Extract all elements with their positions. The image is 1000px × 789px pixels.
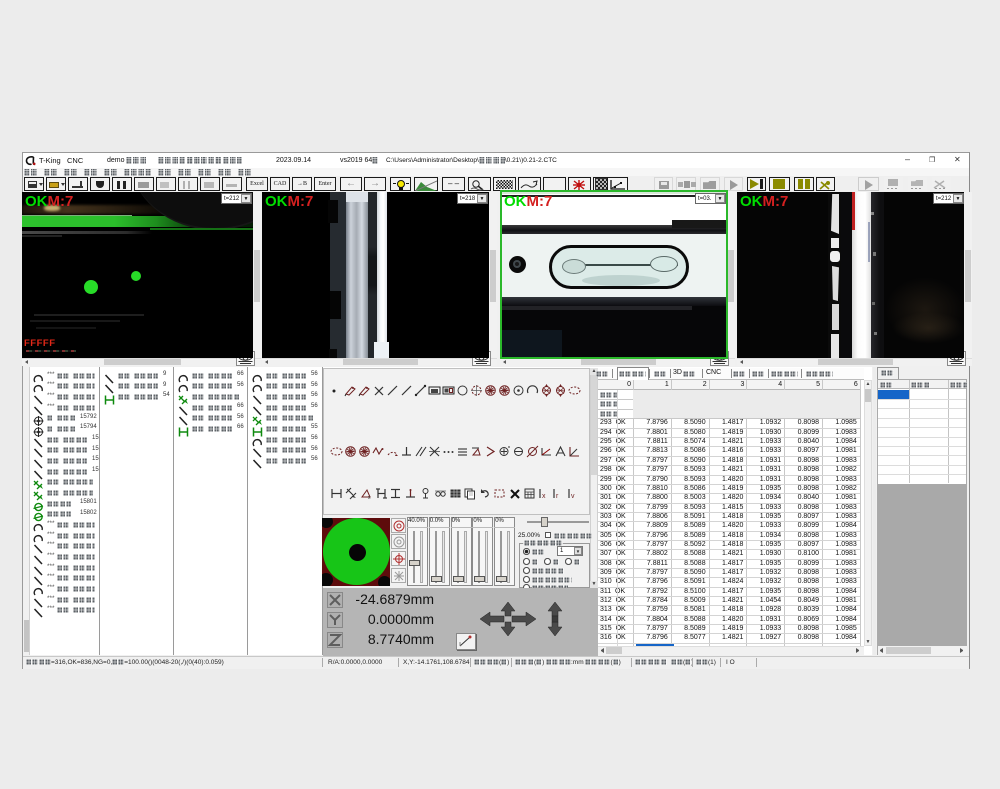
svg-text:v: v (571, 493, 575, 500)
svg-text:x: x (542, 493, 546, 500)
svg-text:r: r (556, 493, 559, 500)
